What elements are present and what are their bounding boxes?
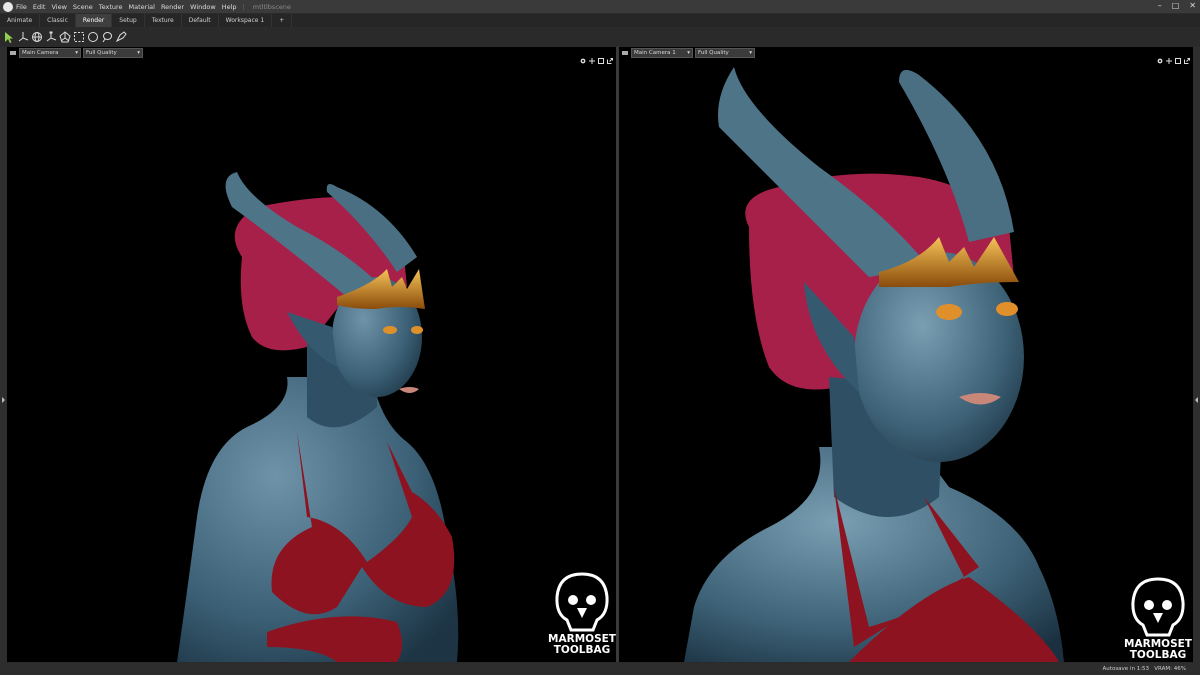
popout-view-icon[interactable] (1184, 49, 1190, 64)
watermark-right: MARMOSET TOOLBAG (1123, 577, 1193, 661)
camera-select-right-value: Main Camera 1 (634, 50, 676, 56)
brand-line2: TOOLBAG (1129, 649, 1187, 661)
tool-bar (0, 28, 1200, 46)
quality-select-left-value: Full Quality (86, 50, 117, 56)
popout-view-icon[interactable] (607, 49, 613, 64)
menu-file[interactable]: File (16, 3, 27, 11)
viewport-right-header: Main Camera 1 ▾ Full Quality ▾ (619, 47, 1193, 59)
menu-render[interactable]: Render (161, 3, 184, 11)
rect-select-icon[interactable] (73, 30, 85, 44)
menu-view[interactable]: View (51, 3, 66, 11)
app-logo-icon (3, 1, 13, 12)
menu-scene[interactable]: Scene (73, 3, 93, 11)
viewport-left-header: Main Camera ▾ Full Quality ▾ (7, 47, 616, 59)
select-arrow-icon[interactable] (3, 30, 15, 44)
watermark-left: MARMOSET TOOLBAG (547, 572, 616, 656)
tab-classic[interactable]: Classic (40, 14, 76, 27)
brand-line2: TOOLBAG (553, 644, 611, 656)
workspace-tabs: Animate Classic Render Setup Texture Def… (0, 14, 1200, 27)
rotate-gizmo-icon[interactable] (31, 30, 43, 44)
window-controls: – □ ✕ (1158, 1, 1196, 10)
viewport-right[interactable]: Main Camera 1 ▾ Full Quality ▾ MARMOSET TO… (619, 47, 1193, 662)
tab-setup[interactable]: Setup (112, 14, 145, 27)
viewport-left-controls (580, 49, 613, 64)
marmoset-logo-icon (555, 572, 609, 632)
scale-gizmo-icon[interactable] (45, 30, 57, 44)
close-icon[interactable]: ✕ (1189, 1, 1196, 10)
viewport-right-controls (1157, 49, 1190, 64)
status-bar: Autosave in 1:53 VRAM: 46% (0, 663, 1200, 675)
minimize-icon[interactable]: – (1158, 1, 1162, 10)
move-view-icon[interactable] (1166, 49, 1172, 64)
camera-select-left[interactable]: Main Camera ▾ (19, 48, 81, 58)
gear-icon[interactable] (1157, 49, 1163, 64)
camera-pin-icon[interactable] (622, 50, 628, 56)
menu-bar: File Edit View Scene Texture Material Re… (0, 0, 1200, 13)
tab-render[interactable]: Render (75, 14, 113, 27)
expand-right-arrow-icon[interactable] (1195, 397, 1198, 403)
right-panel-handle[interactable] (1193, 47, 1200, 662)
maximize-icon[interactable]: □ (1172, 1, 1180, 10)
title-separator: | (242, 2, 245, 11)
maximize-view-icon[interactable] (598, 49, 604, 64)
tab-animate[interactable]: Animate (0, 14, 41, 27)
menu-window[interactable]: Window (190, 3, 216, 11)
paint-select-icon[interactable] (115, 30, 127, 44)
camera-select-right[interactable]: Main Camera 1 ▾ (631, 48, 693, 58)
tab-texture[interactable]: Texture (145, 14, 182, 27)
camera-select-left-value: Main Camera (22, 50, 59, 56)
add-tab-button[interactable]: + (272, 14, 293, 27)
circle-select-icon[interactable] (87, 30, 99, 44)
quality-select-left[interactable]: Full Quality ▾ (83, 48, 143, 58)
tab-default[interactable]: Default (182, 14, 219, 27)
transform-gizmo-icon[interactable] (59, 30, 71, 44)
expand-left-arrow-icon[interactable] (2, 397, 5, 403)
lasso-select-icon[interactable] (101, 30, 113, 44)
move-view-icon[interactable] (589, 49, 595, 64)
status-text: Autosave in 1:53 VRAM: 46% (1102, 666, 1186, 672)
camera-pin-icon[interactable] (10, 50, 16, 56)
viewport-left[interactable]: Main Camera ▾ Full Quality ▾ MARMOSET TOOL… (7, 47, 616, 662)
quality-select-right[interactable]: Full Quality ▾ (695, 48, 755, 58)
move-gizmo-icon[interactable] (17, 30, 29, 44)
menu-material[interactable]: Material (129, 3, 155, 11)
menu-texture[interactable]: Texture (99, 3, 123, 11)
menu-help[interactable]: Help (222, 3, 237, 11)
render-image-left (177, 172, 459, 662)
marmoset-logo-icon (1131, 577, 1185, 637)
chevron-down-icon: ▾ (137, 50, 140, 56)
left-panel-handle[interactable] (0, 47, 7, 662)
menu-edit[interactable]: Edit (33, 3, 46, 11)
tab-workspace-1[interactable]: Workspace 1 (219, 14, 273, 27)
maximize-view-icon[interactable] (1175, 49, 1181, 64)
render-image-right (684, 67, 1064, 662)
quality-select-right-value: Full Quality (698, 50, 729, 56)
chevron-down-icon: ▾ (687, 50, 690, 56)
chevron-down-icon: ▾ (749, 50, 752, 56)
gear-icon[interactable] (580, 49, 586, 64)
scene-filename: mtltlbscene (252, 2, 292, 11)
chevron-down-icon: ▾ (75, 50, 78, 56)
